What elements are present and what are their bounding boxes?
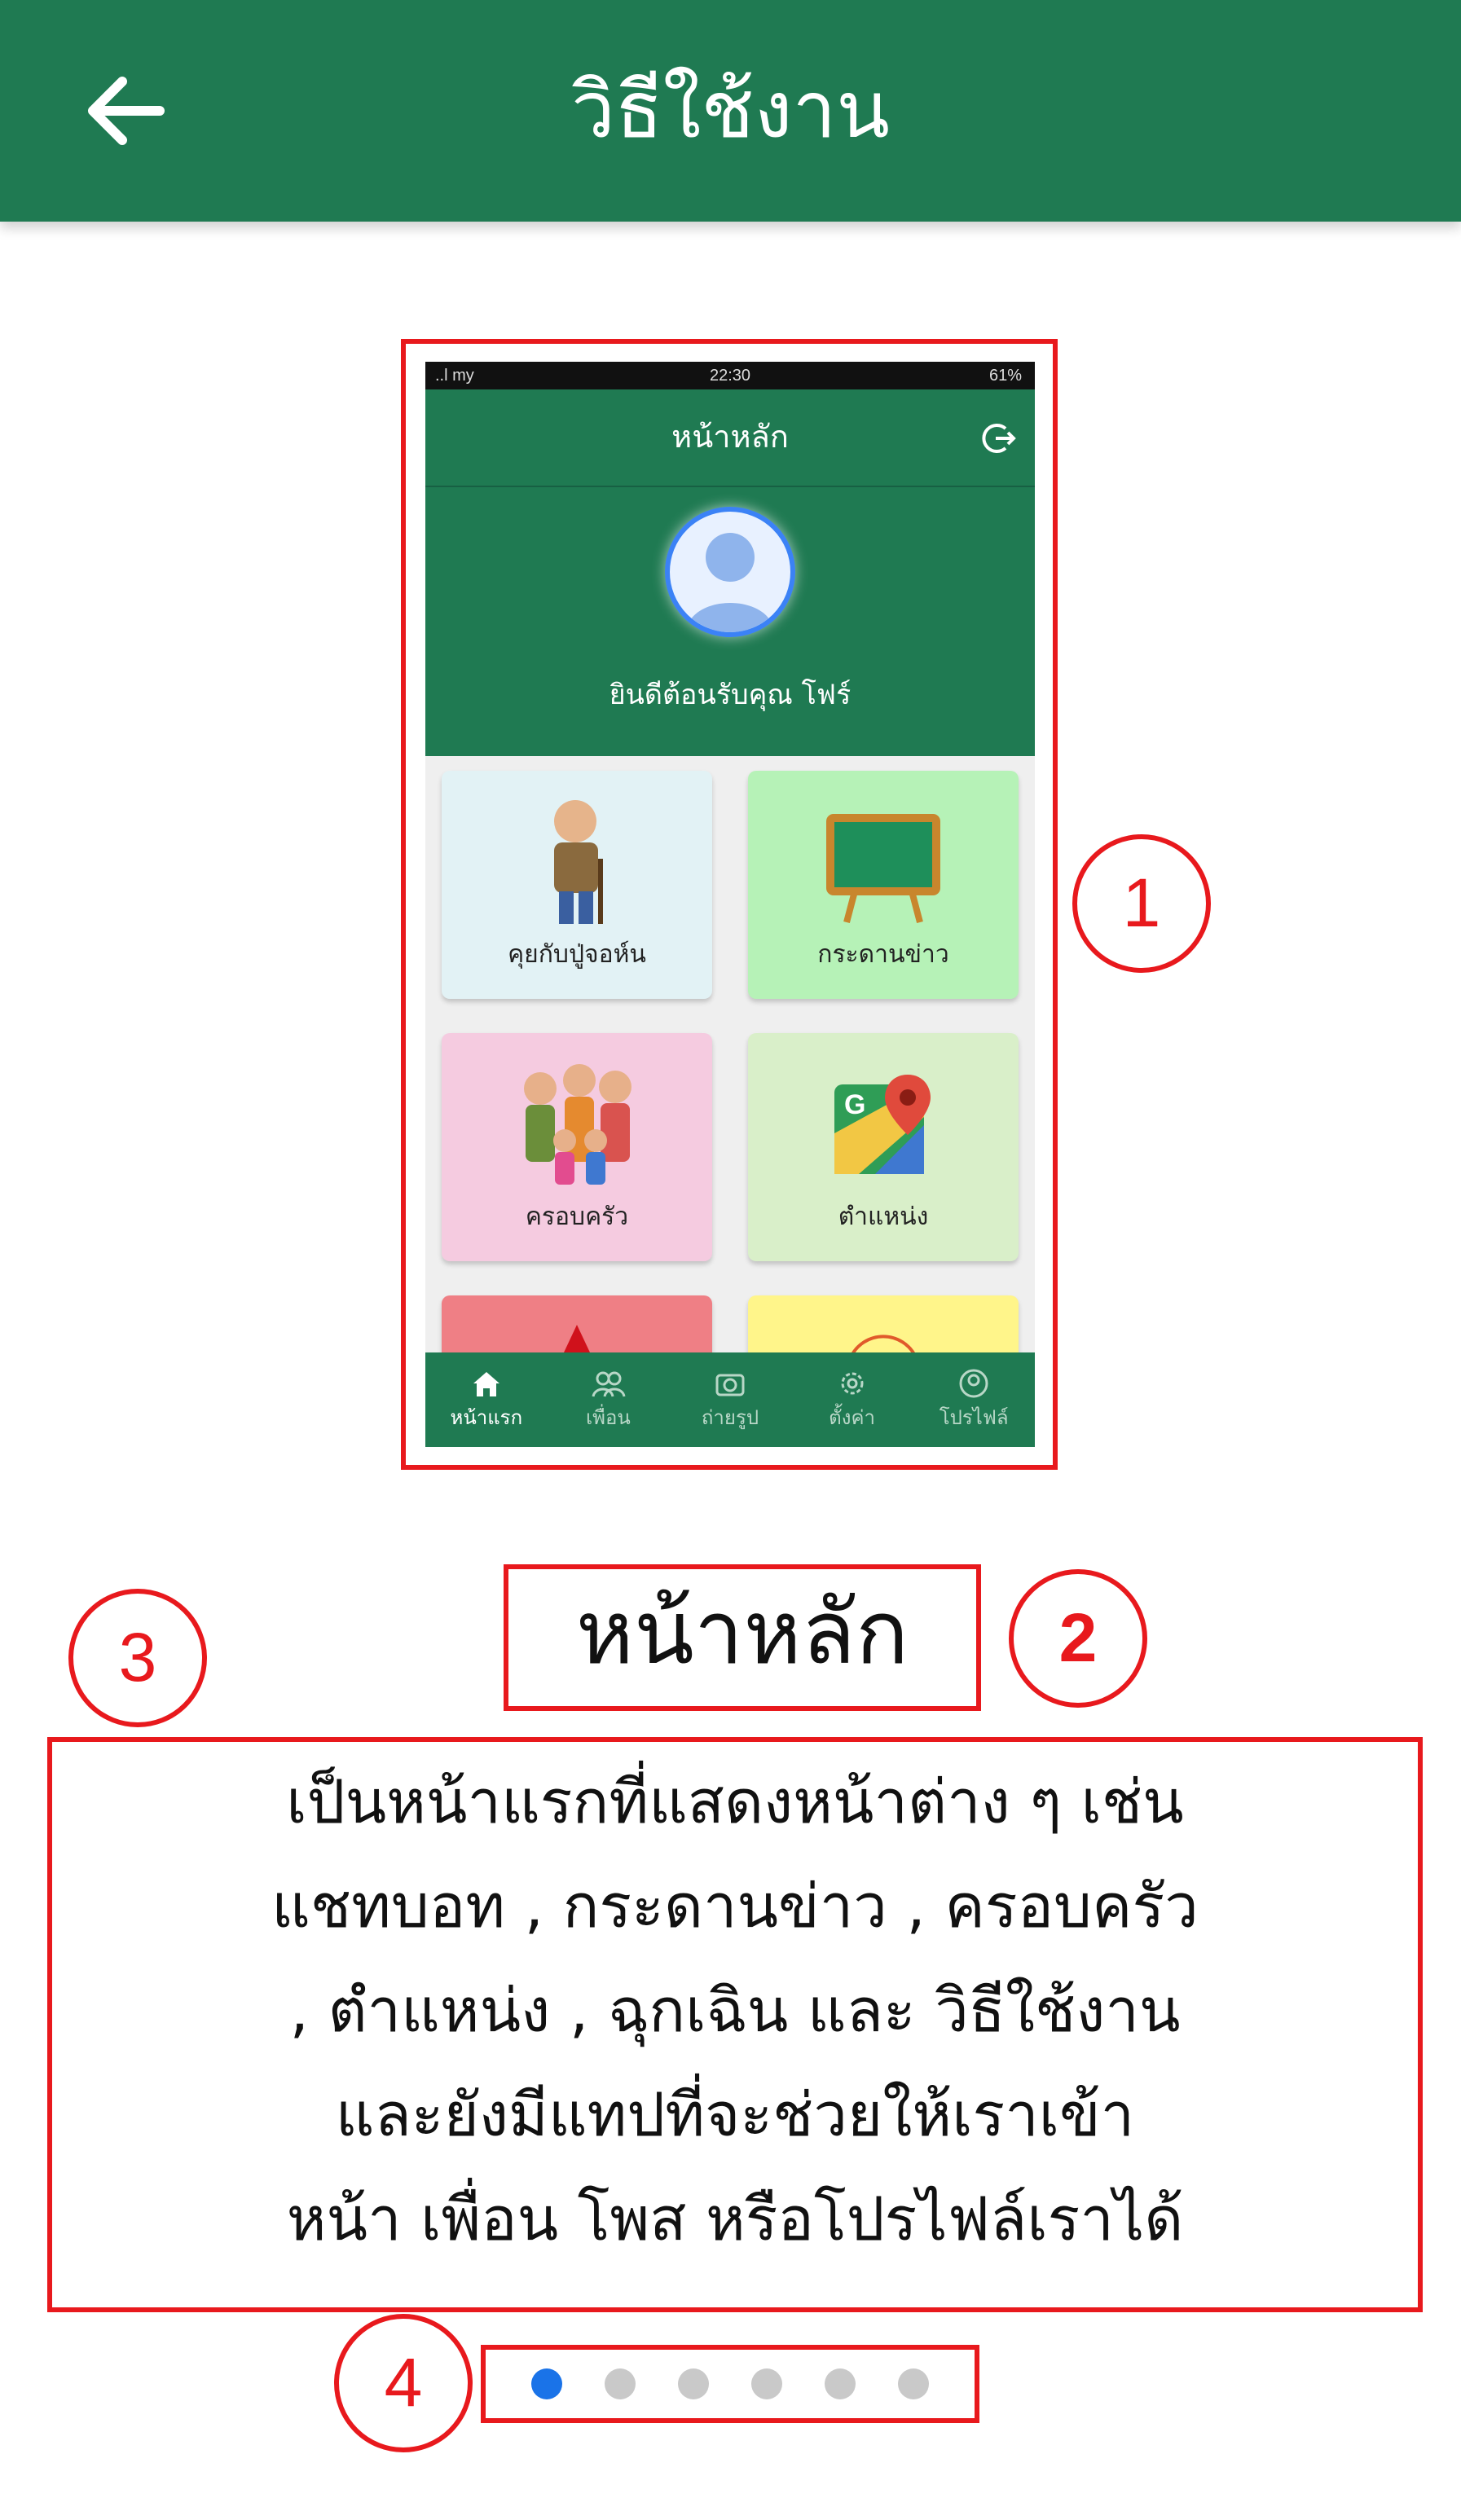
nav-friends[interactable]: เพื่อน (548, 1352, 670, 1447)
phone-bottom-nav: หน้าแรก เพื่อน ถ่ายรูป ตั้งค่า โปรไฟล์ (425, 1352, 1035, 1447)
page-dot[interactable] (678, 2368, 709, 2399)
tile-news-board[interactable]: กระดานข่าว (748, 771, 1019, 999)
callout-2: 2 (1009, 1569, 1147, 1708)
warning-icon (564, 1325, 590, 1352)
avatar[interactable] (665, 507, 795, 637)
tile-location[interactable]: G ตำแหน่ง (748, 1033, 1019, 1261)
home-icon (425, 1366, 548, 1401)
tile-label: กระดานข่าว (817, 940, 949, 969)
description: เป็นหน้าแรกที่แสดงหน้าต่าง ๆ เช่น แชทบอท… (52, 1737, 1418, 2306)
nav-label: หน้าแรก (450, 1406, 523, 1429)
family-icon (442, 1056, 712, 1194)
camera-icon (669, 1366, 791, 1401)
nav-home[interactable]: หน้าแรก (425, 1352, 548, 1447)
nav-profile[interactable]: โปรไฟล์ (913, 1352, 1035, 1447)
battery-text: 61% (988, 367, 1022, 385)
nav-label: ตั้งค่า (829, 1406, 875, 1429)
phone-header-title: หน้าหลัก (671, 419, 789, 455)
logout-icon[interactable] (981, 420, 1017, 456)
description-line: หน้า เพื่อน โพส หรือโปรไฟล์เราได้ (286, 2184, 1184, 2254)
tile-label: คุยกับปู่จอห์น (508, 940, 646, 969)
page-dot[interactable] (531, 2368, 562, 2399)
nav-camera[interactable]: ถ่ายรูป (669, 1352, 791, 1447)
nav-label: ถ่ายรูป (701, 1406, 759, 1429)
page-title: วิธีใช้งาน (571, 64, 890, 156)
tile-family[interactable]: ครอบครัว (442, 1033, 712, 1261)
welcome-text: ยินดีต้อนรับคุณ โฟร์ (609, 679, 852, 711)
gear-icon (791, 1366, 913, 1401)
map-pin-icon: G (748, 1056, 1019, 1194)
description-line: เป็นหน้าแรกที่แสดงหน้าต่าง ๆ เช่น (286, 1767, 1184, 1837)
section-title: หน้าหลัก (575, 1582, 909, 1684)
profile-icon (913, 1366, 1035, 1401)
nav-label: โปรไฟล์ (939, 1406, 1009, 1429)
blackboard-icon (748, 794, 1019, 932)
phone-screenshot: ..l my 22:30 61% หน้าหลัก ยินดีต้อนรับคุ… (425, 362, 1035, 1447)
app-bar: วิธีใช้งาน (0, 0, 1461, 222)
page-dot[interactable] (825, 2368, 856, 2399)
page-indicator (481, 2345, 979, 2423)
tile-chat[interactable]: คุยกับปู่จอห์น (442, 771, 712, 999)
tile-label: ตำแหน่ง (838, 1203, 929, 1231)
nav-label: เพื่อน (585, 1406, 631, 1429)
phone-status-bar: ..l my 22:30 61% (425, 362, 1035, 389)
page-dot[interactable] (751, 2368, 782, 2399)
svg-text:G: G (844, 1089, 865, 1120)
description-line: แชทบอท , กระดานข่าว , ครอบครัว (271, 1871, 1199, 1942)
description-line: และยังมีแทปที่จะช่วยให้เราเข้า (335, 2080, 1135, 2150)
help-icon (849, 1335, 918, 1358)
help-screen: วิธีใช้งาน ..l my 22:30 61% หน้าหลัก ยิน… (0, 0, 1461, 2520)
nav-settings[interactable]: ตั้งค่า (791, 1352, 913, 1447)
profile-hero: ยินดีต้อนรับคุณ โฟร์ (425, 487, 1035, 756)
friends-icon (548, 1366, 670, 1401)
callout-4: 4 (334, 2314, 473, 2452)
clock-text: 22:30 (709, 367, 751, 385)
page-dot[interactable] (898, 2368, 929, 2399)
description-line: , ตำแหน่ง , ฉุกเฉิน และ วิธีใช้งาน (289, 1976, 1181, 2046)
phone-header: หน้าหลัก (425, 389, 1035, 487)
tile-label: ครอบครัว (525, 1203, 629, 1231)
page-dot[interactable] (605, 2368, 636, 2399)
grandpa-icon (442, 794, 712, 932)
callout-3: 3 (68, 1589, 207, 1727)
callout-1: 1 (1072, 834, 1211, 973)
